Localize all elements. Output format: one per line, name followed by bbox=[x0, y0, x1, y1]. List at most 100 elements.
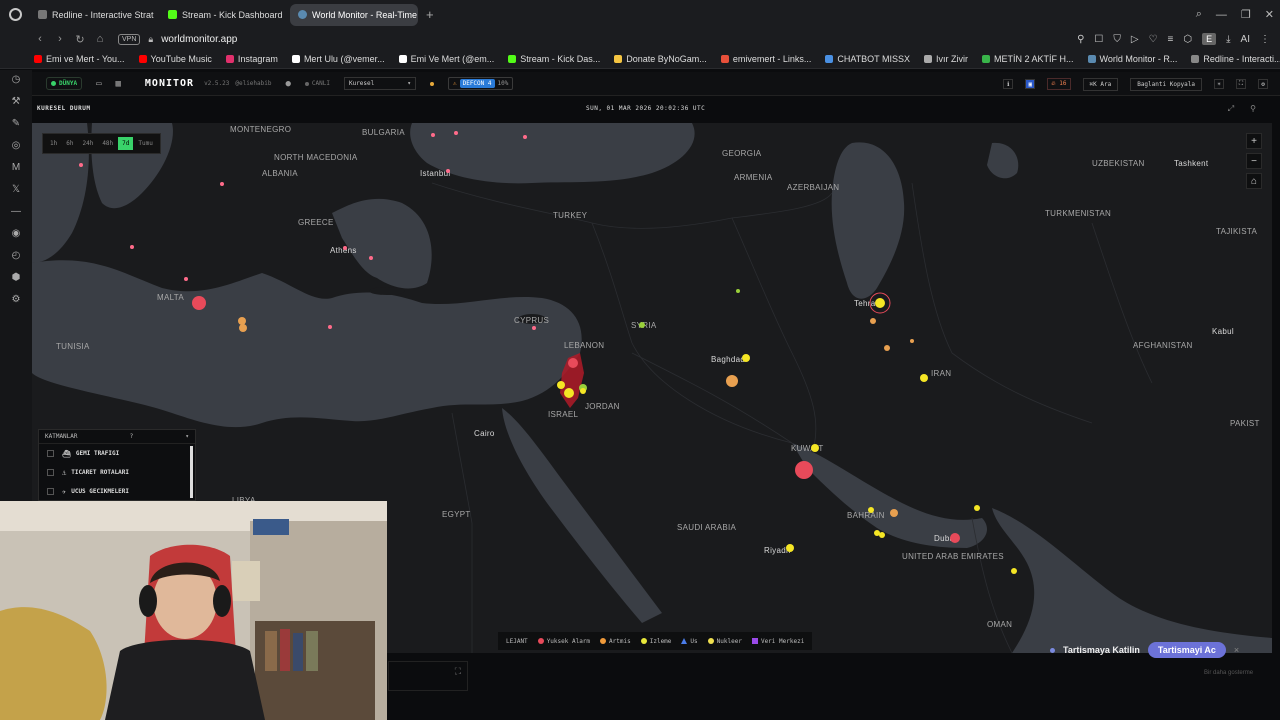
event-marker[interactable] bbox=[454, 131, 458, 135]
notes-icon[interactable]: ✎ bbox=[12, 118, 20, 129]
new-tab-icon[interactable]: + bbox=[426, 7, 434, 22]
forward-icon[interactable]: › bbox=[50, 33, 70, 45]
time-filter-48h[interactable]: 48h bbox=[98, 137, 117, 150]
search-icon[interactable]: ⌕ bbox=[1196, 8, 1202, 21]
notifications-button[interactable]: 🔥︎ 16 bbox=[1047, 78, 1071, 90]
tab-redline[interactable]: Redline - Interactive Strat bbox=[30, 4, 158, 26]
event-marker[interactable] bbox=[639, 322, 645, 328]
event-marker[interactable] bbox=[879, 532, 885, 538]
search-button[interactable]: ⌘K Ara bbox=[1082, 77, 1119, 91]
m-icon[interactable]: M bbox=[12, 162, 20, 173]
event-marker[interactable] bbox=[532, 326, 536, 330]
ai-button[interactable]: AI bbox=[1241, 34, 1250, 45]
url-field[interactable]: worldmonitor.app bbox=[161, 34, 237, 45]
tab-world-monitor[interactable]: World Monitor - Real-Time bbox=[290, 3, 418, 26]
lock-icon[interactable]: 🔒︎ bbox=[148, 34, 153, 45]
bookmark-item[interactable]: CHATBOT MISSX bbox=[825, 54, 910, 64]
minimize-icon[interactable]: — bbox=[1216, 9, 1227, 21]
bookmark-item[interactable]: Ivır Zivir bbox=[924, 54, 968, 64]
back-icon[interactable]: ‹ bbox=[30, 33, 50, 45]
event-marker[interactable] bbox=[890, 509, 898, 517]
layer-checkbox[interactable] bbox=[47, 469, 54, 476]
bookmark-icon[interactable]: ☐ bbox=[1094, 34, 1103, 45]
author-link[interactable]: @eliehabib bbox=[235, 80, 271, 87]
vpn-badge[interactable]: VPN bbox=[118, 33, 141, 45]
zoom-out-icon[interactable]: − bbox=[1246, 153, 1262, 169]
bookmark-item[interactable]: World Monitor - R... bbox=[1087, 54, 1177, 64]
bookmark-item[interactable]: Emi ve Mert - You... bbox=[34, 54, 125, 64]
event-marker[interactable] bbox=[974, 505, 980, 511]
info-icon[interactable]: ℹ bbox=[1003, 79, 1014, 89]
expand-icon[interactable]: ⛶ bbox=[455, 666, 461, 677]
bookmark-item[interactable]: Redline - Interacti... bbox=[1191, 54, 1280, 64]
event-marker[interactable] bbox=[564, 388, 574, 398]
event-marker[interactable] bbox=[868, 507, 874, 513]
extensions-icon[interactable]: ⬡ bbox=[1183, 34, 1192, 45]
time-filter-tumu[interactable]: Tumu bbox=[134, 137, 156, 150]
zoom-in-icon[interactable]: + bbox=[1246, 133, 1262, 149]
event-marker[interactable] bbox=[726, 375, 738, 387]
defcon-badge[interactable]: ⚠ DEFCON 4 10% bbox=[447, 77, 514, 90]
bookmark-item[interactable]: Mert Ulu (@vemer... bbox=[291, 54, 385, 64]
event-marker[interactable] bbox=[328, 325, 332, 329]
x-icon[interactable]: 𝕏 bbox=[12, 184, 20, 195]
layers-header[interactable]: KATMANLAR ? ▾ bbox=[39, 430, 195, 444]
home-icon[interactable]: ⌂ bbox=[90, 33, 110, 45]
download-icon[interactable]: ⤓ bbox=[1226, 34, 1230, 45]
grid-icon[interactable]: ▦ bbox=[115, 79, 120, 89]
github-icon[interactable]: ● bbox=[285, 79, 290, 89]
event-marker[interactable] bbox=[950, 533, 960, 543]
event-marker[interactable] bbox=[343, 246, 347, 250]
bookmark-item[interactable]: Donate ByNoGam... bbox=[614, 54, 707, 64]
event-marker[interactable] bbox=[736, 289, 740, 293]
bookmark-item[interactable]: Instagram bbox=[225, 54, 278, 64]
event-marker[interactable] bbox=[446, 169, 450, 173]
theme-icon[interactable]: ☀ bbox=[1214, 79, 1224, 89]
time-filter-24h[interactable]: 24h bbox=[78, 137, 97, 150]
world-mode-badge[interactable]: DÜNYA bbox=[46, 77, 83, 90]
expand-icon[interactable]: ⤢ bbox=[1228, 104, 1234, 114]
bookmark-item[interactable]: METİN 2 AKTİF H... bbox=[982, 54, 1074, 64]
bookmark-item[interactable]: emivemert - Links... bbox=[720, 54, 811, 64]
pin-icon[interactable]: ⚲ bbox=[1077, 34, 1084, 45]
history-icon[interactable]: ◷ bbox=[12, 74, 21, 85]
event-marker[interactable] bbox=[130, 245, 134, 249]
clock-icon[interactable]: ◴ bbox=[12, 250, 21, 261]
time-filter-1h[interactable]: 1h bbox=[46, 137, 61, 150]
bookmark-item[interactable]: YouTube Music bbox=[138, 54, 212, 64]
event-marker[interactable] bbox=[580, 388, 586, 394]
fullscreen-icon[interactable]: ⛶ bbox=[1236, 79, 1246, 89]
event-marker[interactable] bbox=[568, 358, 578, 368]
event-marker[interactable] bbox=[369, 256, 373, 260]
bookmark-item[interactable]: Emi Ve Mert (@em... bbox=[398, 54, 494, 64]
event-marker[interactable] bbox=[431, 133, 435, 137]
event-marker[interactable] bbox=[920, 374, 928, 382]
event-marker[interactable] bbox=[79, 163, 83, 167]
event-marker[interactable] bbox=[795, 461, 813, 479]
time-filter-6h[interactable]: 6h bbox=[62, 137, 77, 150]
event-marker[interactable] bbox=[523, 135, 527, 139]
event-marker[interactable] bbox=[884, 345, 890, 351]
messenger-icon[interactable]: ◎ bbox=[12, 140, 21, 151]
profile-e-badge[interactable]: E bbox=[1202, 33, 1217, 45]
close-discussion-icon[interactable]: × bbox=[1234, 645, 1239, 655]
menu-icon[interactable]: ≡ bbox=[1168, 34, 1174, 45]
reload-icon[interactable]: ↻ bbox=[70, 33, 90, 46]
dont-show-again[interactable]: Bir daha gosterme bbox=[1204, 670, 1253, 676]
event-marker[interactable] bbox=[811, 444, 819, 452]
time-filter-7d[interactable]: 7d bbox=[118, 137, 134, 150]
event-marker[interactable] bbox=[192, 296, 206, 310]
browser-logo-icon[interactable] bbox=[0, 0, 30, 29]
bookmark-item[interactable]: Stream - Kick Das... bbox=[508, 54, 600, 64]
layer-item[interactable]: ⛴ GEMI TRAFIGI bbox=[39, 444, 195, 463]
maximize-icon[interactable]: ❐ bbox=[1241, 8, 1251, 21]
layer-checkbox[interactable] bbox=[47, 488, 54, 495]
event-marker[interactable] bbox=[557, 381, 565, 389]
event-marker[interactable] bbox=[786, 544, 794, 552]
layer-checkbox[interactable] bbox=[47, 450, 54, 457]
event-marker[interactable] bbox=[870, 318, 876, 324]
event-marker[interactable] bbox=[875, 298, 885, 308]
window-icon[interactable]: ▣ bbox=[1025, 79, 1036, 89]
open-discussion-button[interactable]: Tartismayi Ac bbox=[1147, 642, 1226, 658]
event-marker[interactable] bbox=[184, 277, 188, 281]
